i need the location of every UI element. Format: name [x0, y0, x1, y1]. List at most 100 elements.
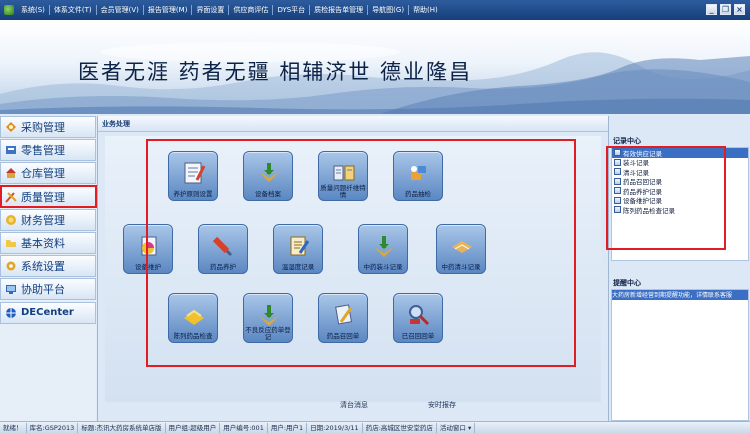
sidebar-item-finance[interactable]: 财务管理 — [0, 208, 96, 231]
banner-slogan: 医者无涯 药者无疆 相辅济世 德业隆昌 — [78, 60, 473, 84]
tile-equipment-maintenance[interactable]: 设备维护 — [123, 224, 173, 274]
tile-label: 设备维护 — [135, 263, 161, 271]
active-window-dropdown[interactable]: 活动窗口 ▾ — [437, 423, 476, 433]
link-clear-messages[interactable]: 清台消息 — [340, 400, 368, 410]
list-item[interactable]: 清斗记录 — [612, 167, 748, 177]
record-icon — [614, 187, 621, 195]
reminder-list: 大药房新增经营到期提醒功能，详情联系客服 — [611, 289, 749, 421]
tile-label: 质量问题纤维特情 — [320, 184, 366, 199]
decenter-icon — [6, 307, 16, 318]
page-title: 业务处理 — [102, 120, 130, 128]
status-date: 日期:2019/3/11 — [307, 423, 363, 433]
tile-maintenance-rule[interactable]: 养护原则设置 — [168, 151, 218, 201]
tile-label: 温湿度记录 — [281, 263, 315, 271]
menu-item-system[interactable]: 系统(S) — [17, 5, 49, 15]
link-save-on-time[interactable]: 安时报存 — [428, 400, 456, 410]
recalled-receipt-icon — [409, 305, 430, 326]
tile-display-check[interactable]: 陈列药品检查 — [168, 293, 218, 343]
record-label: 药品养护记录 — [623, 187, 662, 196]
record-icon — [614, 206, 621, 214]
right-panel: 记录中心 有效供应记录 装斗记录 清斗记录 药品召回记录 药品养护记录 设备维护… — [608, 116, 750, 421]
assist-platform-icon — [6, 285, 16, 295]
record-label: 设备维护记录 — [623, 197, 662, 206]
status-user-group: 用户组:超级用户 — [166, 423, 221, 433]
close-button[interactable]: × — [734, 4, 745, 15]
sidebar: 采购管理 零售管理 仓库管理 质量管理 财务管理 基本资料 系统设置 协助平台 … — [0, 116, 96, 421]
workspace-header: 业务处理 — [98, 116, 608, 132]
reminder-item[interactable]: 大药房新增经营到期提醒功能，详情联系客服 — [612, 290, 748, 300]
status-title: 标题:杰讯大药房系统单店版 — [78, 423, 166, 433]
sidebar-item-settings[interactable]: 系统设置 — [0, 255, 96, 278]
drug-inspection-icon — [411, 166, 426, 180]
adverse-reaction-icon — [259, 305, 279, 326]
sidebar-item-purchase[interactable]: 采购管理 — [0, 116, 96, 138]
tile-temperature-humidity[interactable]: 温湿度记录 — [273, 224, 323, 274]
drug-care-icon — [212, 236, 233, 257]
app-icon — [4, 5, 14, 15]
list-item[interactable]: 药品召回记录 — [612, 177, 748, 186]
menu-item-help[interactable]: 帮助(H) — [409, 5, 442, 15]
sidebar-item-quality[interactable]: 质量管理 — [0, 185, 96, 208]
herb-clear-icon — [452, 241, 472, 253]
maintenance-rule-icon — [184, 162, 206, 184]
herb-fill-icon — [374, 236, 394, 257]
menu-item-navigation[interactable]: 导航图(G) — [368, 5, 408, 15]
minimize-button[interactable]: _ — [706, 4, 717, 15]
list-item[interactable]: 设备维护记录 — [612, 196, 748, 206]
menu-item-qc-report[interactable]: 质检报告单管理 — [310, 5, 367, 15]
tile-recall-order[interactable]: 药品召回单 — [318, 293, 368, 343]
tile-label: 中药清斗记录 — [441, 263, 481, 271]
purchase-icon — [6, 122, 16, 132]
temperature-humidity-icon — [290, 236, 310, 256]
sidebar-item-assist-platform[interactable]: 协助平台 — [0, 278, 96, 301]
list-item[interactable]: 有效供应记录 — [612, 148, 748, 158]
tile-herb-clear[interactable]: 中药清斗记录 — [436, 224, 486, 274]
basic-data-icon — [6, 239, 16, 247]
record-icon — [614, 196, 621, 204]
menu-item-system-files[interactable]: 体系文件(T) — [50, 5, 96, 15]
tile-label: 已召回回单 — [401, 332, 435, 340]
menu-item-ui-settings[interactable]: 界面设置 — [192, 5, 228, 15]
tile-recalled-receipt[interactable]: 已召回回单 — [393, 293, 443, 343]
tile-drug-inspection[interactable]: 药品抽检 — [393, 151, 443, 201]
tile-label: 药品召回单 — [326, 332, 360, 340]
retail-icon — [6, 146, 16, 155]
tile-label: 中药装斗记录 — [363, 263, 403, 271]
sidebar-item-decenter[interactable]: DECenter — [0, 301, 96, 324]
tile-quality-issue[interactable]: 质量问题纤维特情 — [318, 151, 368, 201]
record-label: 有效供应记录 — [623, 149, 662, 158]
restore-button[interactable]: ❐ — [720, 4, 731, 15]
tile-herb-fill[interactable]: 中药装斗记录 — [358, 224, 408, 274]
tile-label: 设备档案 — [255, 190, 281, 198]
sidebar-item-retail[interactable]: 零售管理 — [0, 139, 96, 162]
tile-adverse-reaction[interactable]: 不良反应药单登记 — [243, 293, 293, 343]
records-list: 有效供应记录 装斗记录 清斗记录 药品召回记录 药品养护记录 设备维护记录 陈列… — [611, 147, 749, 261]
menu-item-report[interactable]: 报告管理(M) — [144, 5, 192, 15]
banner: 医者无涯 药者无疆 相辅济世 德业隆昌 — [0, 20, 750, 114]
function-panel: 养护原则设置 设备档案 质量问题纤维特情 药品抽检 设备维护 药品养护 温湿度记… — [105, 136, 601, 402]
tile-label: 养护原则设置 — [173, 190, 213, 198]
status-user: 用户:用户1 — [268, 423, 308, 433]
list-item[interactable]: 装斗记录 — [612, 158, 748, 167]
sidebar-item-label: DECenter — [21, 307, 74, 318]
tile-label: 药品抽检 — [405, 190, 431, 198]
menu-bar: 系统(S) 体系文件(T) 会员管理(V) 报告管理(M) 界面设置 供应商评估… — [0, 0, 750, 20]
bottom-links: 清台消息 安时报存 — [98, 400, 608, 414]
tile-equipment-file[interactable]: 设备档案 — [243, 151, 293, 201]
sidebar-item-warehouse[interactable]: 仓库管理 — [0, 162, 96, 185]
list-item[interactable]: 药品养护记录 — [612, 186, 748, 196]
finance-icon — [6, 214, 16, 225]
sidebar-item-label: 质量管理 — [21, 190, 65, 204]
list-item[interactable]: 陈列药品检查记录 — [612, 205, 748, 215]
sidebar-item-label: 协助平台 — [21, 283, 65, 297]
tile-drug-care[interactable]: 药品养护 — [198, 224, 248, 274]
sidebar-item-label: 基本资料 — [21, 236, 65, 250]
menu-item-member[interactable]: 会员管理(V) — [97, 5, 143, 15]
menu-item-supplier-eval[interactable]: 供应商评估 — [229, 5, 272, 15]
quality-issue-icon — [333, 165, 355, 181]
record-icon — [614, 149, 621, 157]
menu-item-dys[interactable]: DYS平台 — [273, 5, 309, 15]
tile-label: 药品养护 — [210, 263, 236, 271]
sidebar-item-basic-data[interactable]: 基本资料 — [0, 231, 96, 254]
status-ready: 就绪！ — [0, 423, 27, 433]
